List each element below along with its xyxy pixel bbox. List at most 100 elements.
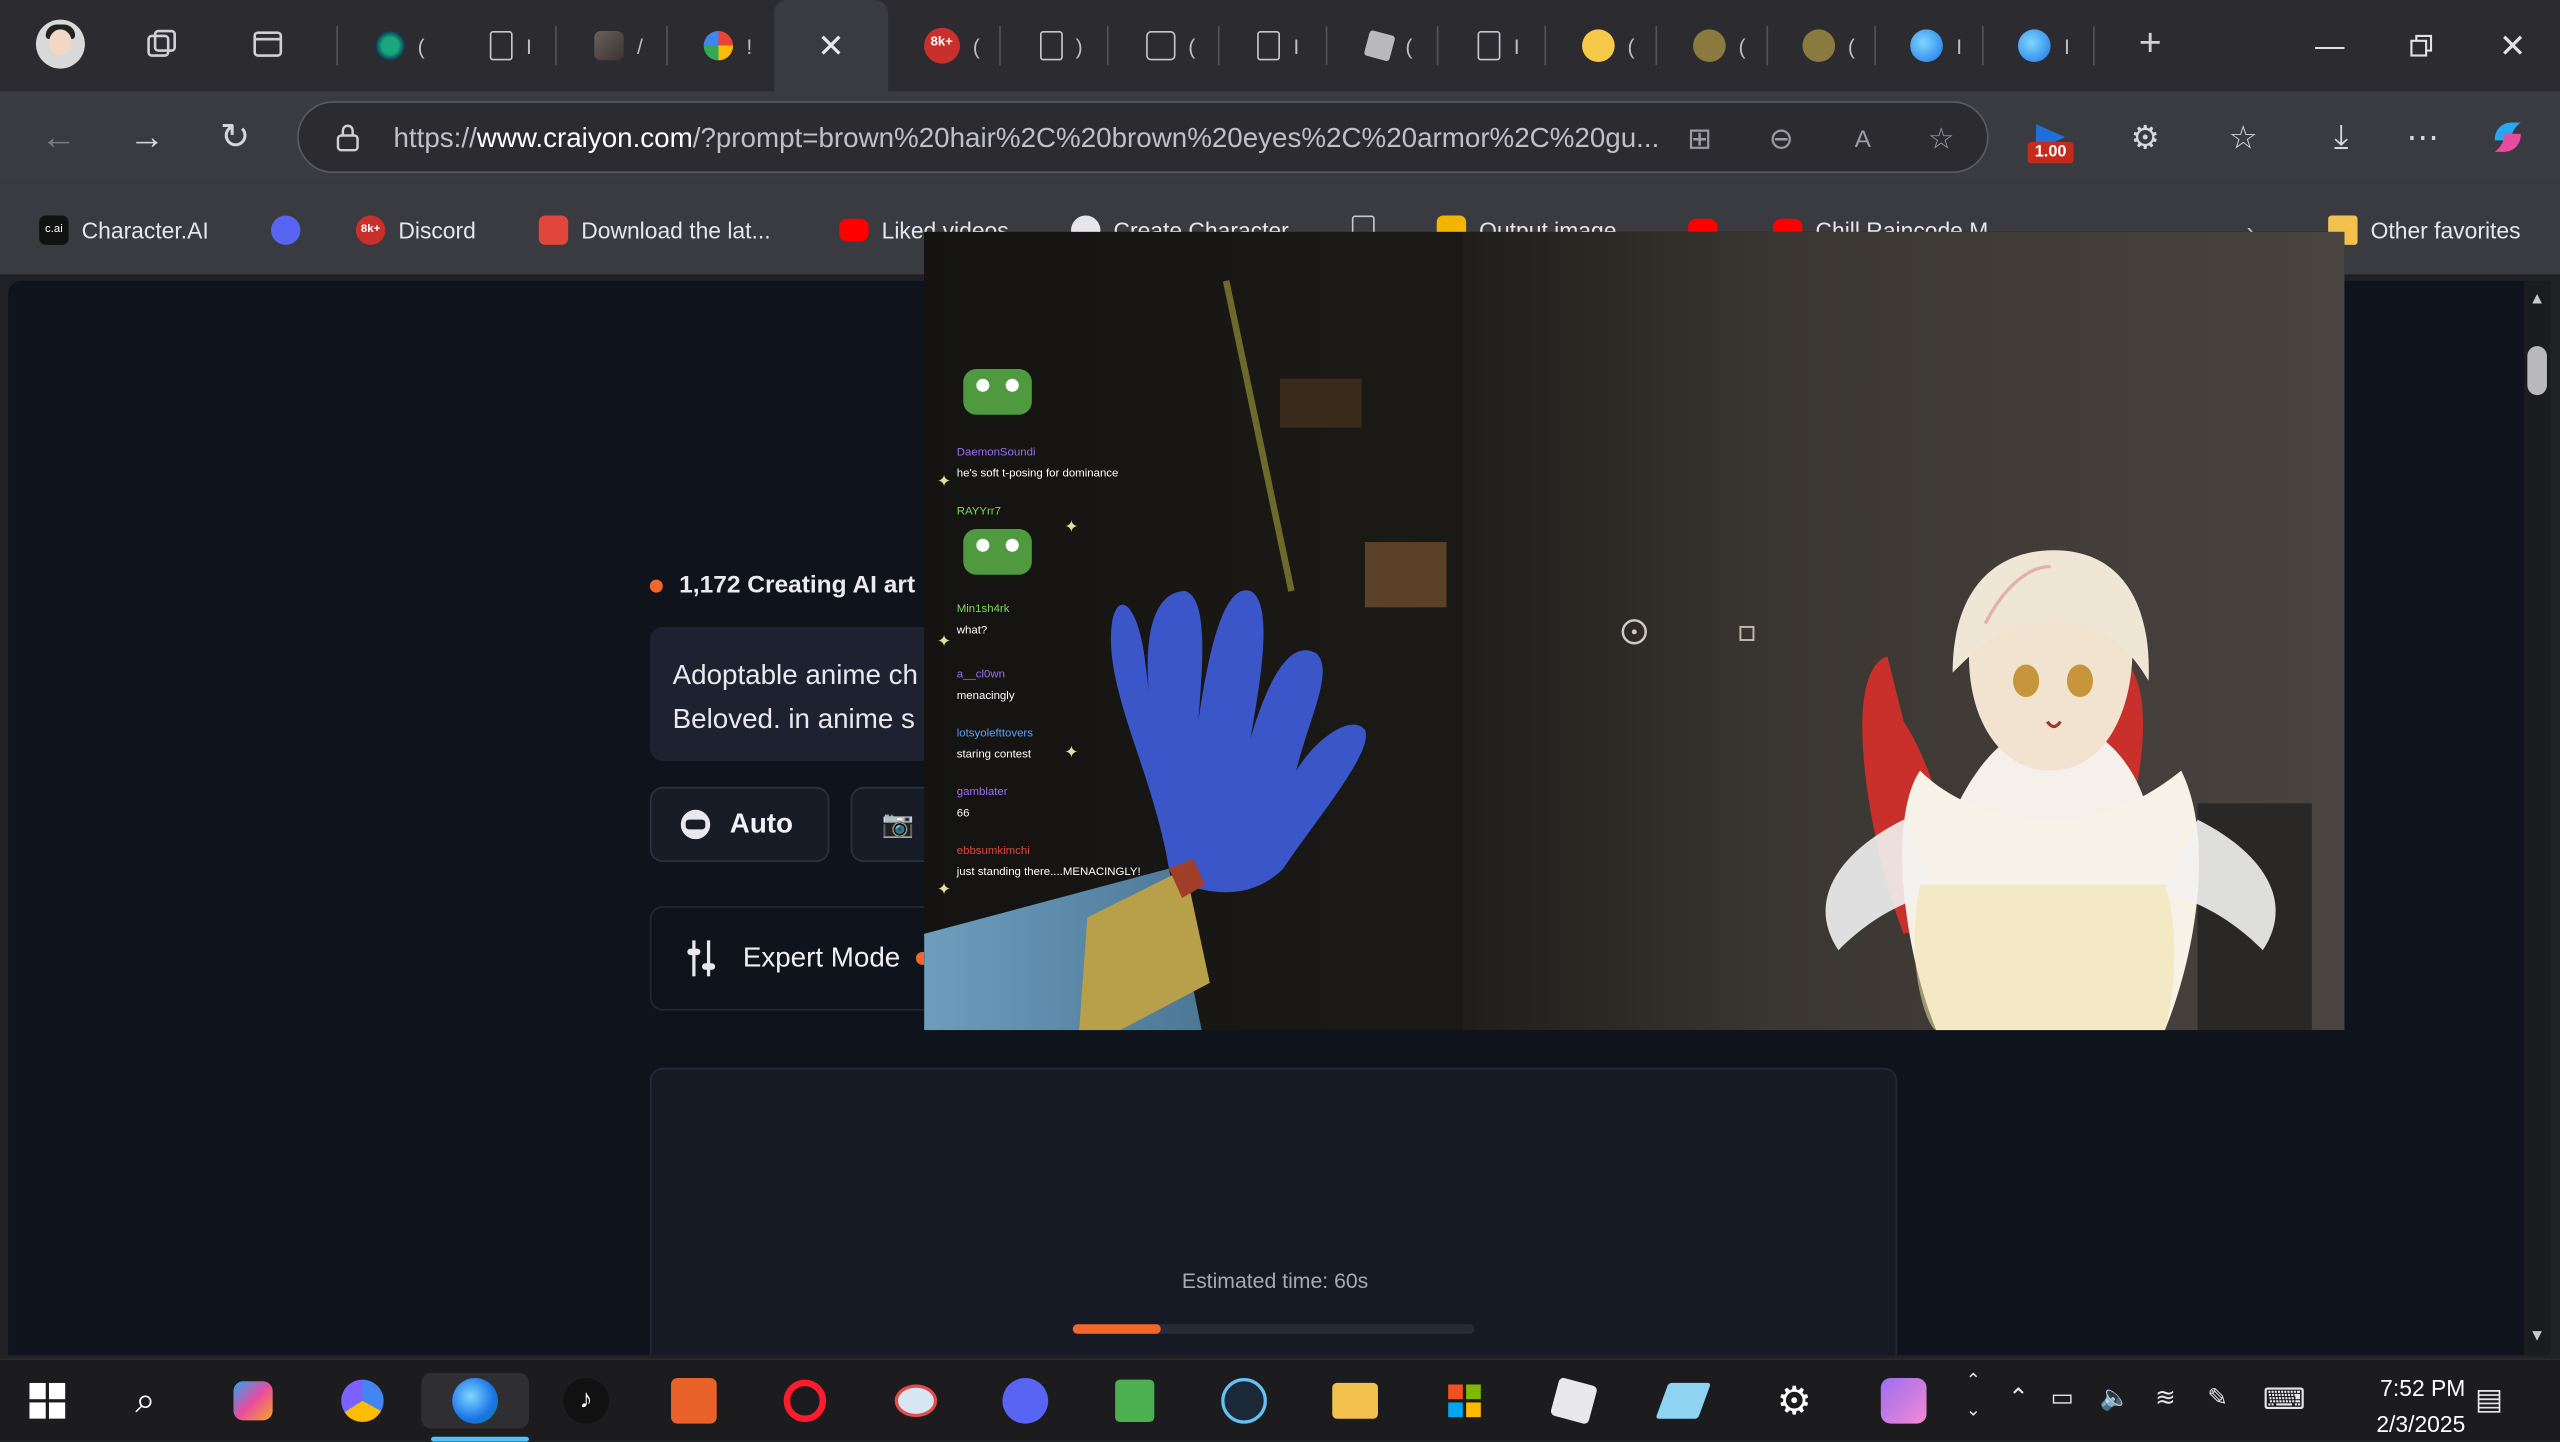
- tab-16[interactable]: I: [1998, 16, 2089, 75]
- close-icon[interactable]: ✕: [817, 25, 844, 66]
- tab-4[interactable]: !: [682, 16, 773, 75]
- forward-icon[interactable]: →: [121, 111, 173, 163]
- favorite-character-ai[interactable]: c.ai Character.AI: [39, 212, 209, 248]
- live-dot: [649, 578, 663, 592]
- tab-3[interactable]: /: [571, 16, 666, 75]
- tab-12[interactable]: (: [1561, 16, 1656, 75]
- show-hidden-icons[interactable]: ⌃: [2008, 1383, 2029, 1412]
- roblox-icon: [1363, 29, 1396, 62]
- tab-9[interactable]: I: [1234, 16, 1322, 75]
- chat-user: gamblater: [956, 786, 1008, 799]
- copilot-icon[interactable]: [225, 1373, 281, 1429]
- pen-icon[interactable]: ✎: [2207, 1383, 2228, 1412]
- steam-icon[interactable]: [1216, 1373, 1272, 1429]
- clock-time: 7:52 PM: [2380, 1374, 2466, 1401]
- opera-icon[interactable]: [777, 1373, 833, 1429]
- minimize-icon[interactable]: —: [2305, 23, 2354, 69]
- notepad-icon[interactable]: [1107, 1373, 1163, 1429]
- chat-user: a__cl0wn: [956, 669, 1006, 681]
- tab-8[interactable]: (: [1123, 16, 1218, 75]
- favorites-list-icon[interactable]: ☆: [2217, 111, 2269, 163]
- app-orange-icon[interactable]: [666, 1373, 722, 1429]
- favorite-star-icon[interactable]: ☆: [1922, 119, 1961, 158]
- store-icon: [538, 215, 569, 245]
- new-tab-icon[interactable]: +: [2129, 21, 2171, 65]
- tab-7[interactable]: ): [1016, 16, 1107, 75]
- page-scrollbar[interactable]: ▲ ▼: [2524, 280, 2551, 1356]
- refresh-icon[interactable]: ↻: [209, 111, 261, 163]
- favorite-download[interactable]: Download the lat...: [538, 212, 771, 248]
- overflow-chevron-icon[interactable]: ⌃ ⌄: [1966, 1367, 1981, 1426]
- scroll-thumb[interactable]: [2527, 346, 2547, 396]
- volume-icon[interactable]: 🔈: [2100, 1383, 2131, 1412]
- app-available-icon[interactable]: ⊞: [1680, 119, 1719, 158]
- favorite-discord[interactable]: 8k+ Discord: [355, 212, 476, 248]
- scroll-up-icon[interactable]: ▲: [2529, 291, 2545, 309]
- chat-text: just standing there....MENACINGLY!: [956, 866, 1141, 879]
- discord-taskbar-icon[interactable]: [998, 1373, 1054, 1429]
- 8k-icon: 8k+: [923, 27, 960, 64]
- edge-taskbar-icon[interactable]: [421, 1373, 529, 1442]
- tab-14[interactable]: (: [1783, 16, 1874, 75]
- extensions-icon[interactable]: ⚙: [2119, 111, 2171, 163]
- copilot-icon[interactable]: [2482, 111, 2534, 163]
- tab-label: (: [972, 33, 980, 58]
- tab-active[interactable]: ✕: [773, 0, 889, 92]
- url-domain: www.craiyon.com: [476, 122, 693, 154]
- file-explorer-icon[interactable]: [1327, 1373, 1383, 1429]
- paint-icon[interactable]: [888, 1373, 944, 1429]
- tab-actions-icon[interactable]: [247, 23, 289, 65]
- workspaces-icon[interactable]: [140, 23, 182, 65]
- tab-divider: [555, 26, 557, 66]
- microsoft-store-icon[interactable]: [1437, 1373, 1493, 1429]
- tiktok-icon[interactable]: ♪: [558, 1373, 614, 1429]
- snipping-tool-icon[interactable]: [1655, 1373, 1712, 1429]
- address-bar[interactable]: https://www.craiyon.com/?prompt=brown%20…: [297, 101, 1989, 174]
- tab-6[interactable]: 8k+ (: [901, 16, 1002, 75]
- search-icon[interactable]: ⌕: [118, 1373, 174, 1429]
- keyboard-icon[interactable]: ⌨: [2263, 1383, 2305, 1417]
- tab-label: ): [1075, 33, 1083, 58]
- tab-10[interactable]: (: [1342, 16, 1437, 75]
- tab-label: I: [526, 33, 532, 58]
- anime-app-icon[interactable]: [1876, 1373, 1932, 1429]
- url-path: /?prompt=brown%20hair%2C%20brown%20eyes%…: [692, 122, 1660, 154]
- downloads-icon[interactable]: ⤓: [2315, 111, 2367, 163]
- battery-icon[interactable]: ▭: [2051, 1383, 2074, 1412]
- other-favorites[interactable]: Other favorites: [2328, 212, 2521, 248]
- start-icon[interactable]: [20, 1373, 76, 1429]
- address-url[interactable]: https://www.craiyon.com/?prompt=brown%20…: [393, 122, 1659, 155]
- auto-mode-button[interactable]: Auto: [649, 786, 830, 863]
- read-aloud-icon[interactable]: A: [1843, 119, 1882, 158]
- tab-2[interactable]: I: [464, 16, 559, 75]
- discord-icon: [271, 215, 301, 245]
- notifications-icon[interactable]: ▤: [2475, 1383, 2503, 1417]
- settings-icon[interactable]: ⚙: [1767, 1373, 1823, 1429]
- zoom-icon[interactable]: ⊖: [1762, 119, 1801, 158]
- chat-message: 66: [957, 808, 970, 819]
- roblox-taskbar-icon[interactable]: [1546, 1373, 1602, 1429]
- system-clock[interactable]: 7:52 PM 2/3/2025: [2302, 1370, 2465, 1442]
- character-ai-icon: c.ai: [39, 215, 69, 245]
- close-window-icon[interactable]: ✕: [2488, 23, 2537, 69]
- favorite-discord-icon-only[interactable]: [271, 212, 313, 248]
- sparkle-icon: ✦: [937, 881, 951, 900]
- restore-icon[interactable]: [2397, 23, 2446, 69]
- estimated-time: Estimated time: 60s: [1181, 1268, 1369, 1294]
- back-icon[interactable]: ←: [33, 111, 85, 163]
- other-favorites-label: Other favorites: [2370, 217, 2521, 244]
- tab-divider: [666, 26, 668, 66]
- picture-in-picture-video[interactable]: DaemonSoundi he's soft t-posing for domi…: [924, 231, 2345, 1031]
- chrome-like-app-icon[interactable]: [335, 1373, 391, 1429]
- scroll-down-icon[interactable]: ▼: [2529, 1327, 2545, 1345]
- tab-11[interactable]: I: [1453, 16, 1544, 75]
- tab-label: I: [1513, 33, 1520, 58]
- more-menu-icon[interactable]: ⋯: [2397, 111, 2449, 163]
- tab-1[interactable]: (: [349, 16, 450, 75]
- page-icon: [1477, 31, 1501, 61]
- tab-13[interactable]: (: [1672, 16, 1767, 75]
- wifi-icon[interactable]: ≋: [2155, 1383, 2176, 1412]
- profile-avatar[interactable]: [35, 19, 85, 69]
- page-icon: [1257, 31, 1281, 61]
- tab-15[interactable]: I: [1891, 16, 1982, 75]
